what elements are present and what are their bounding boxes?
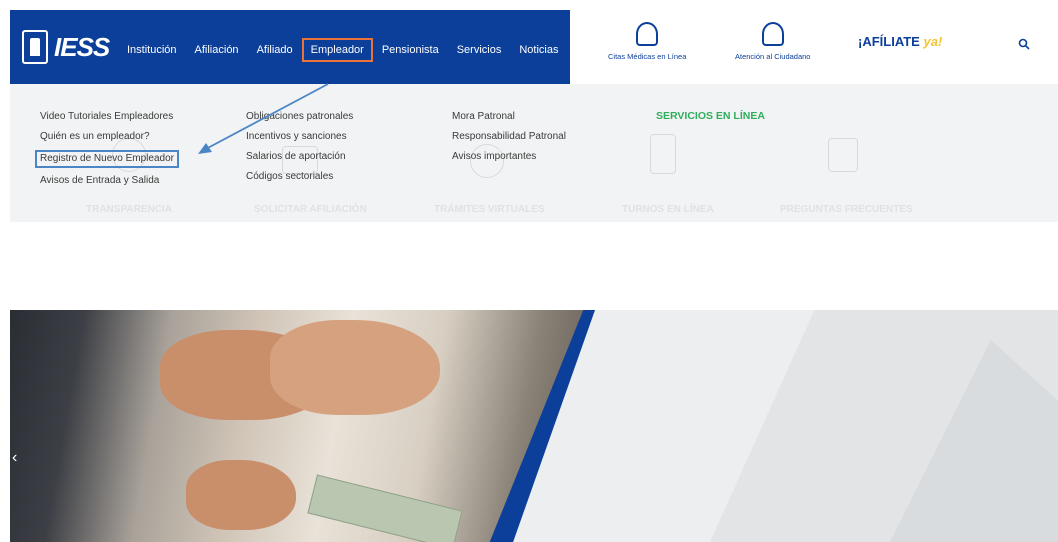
page: IESS Institución Afiliación Afiliado Emp… — [0, 0, 1058, 542]
main-nav: Institución Afiliación Afiliado Empleado… — [118, 38, 567, 62]
hero-carousel — [10, 310, 1058, 542]
shield-emblem-icon — [22, 30, 48, 64]
menu-link-quien-es-empleador[interactable]: Quién es un empleador? — [38, 130, 179, 144]
atencion-ciudadano-link[interactable]: Atención al Ciudadano — [735, 22, 810, 61]
top-bar: IESS Institución Afiliación Afiliado Emp… — [0, 0, 1058, 84]
menu-link-incentivos[interactable]: Incentivos y sanciones — [244, 130, 355, 144]
preguntas-frecuentes-label: PREGUNTAS FRECUENTES — [780, 204, 913, 215]
nav-item-afiliacion[interactable]: Afiliación — [186, 38, 248, 62]
citas-medicas-label: Citas Médicas en Línea — [608, 52, 687, 61]
transparencia-label: TRANSPARENCIA — [86, 204, 172, 215]
afiliate-ya-link[interactable]: ¡AFÍLIATE ya! — [858, 34, 942, 49]
menu-link-salarios[interactable]: Salarios de aportación — [244, 150, 355, 164]
search-icon[interactable] — [1018, 38, 1030, 50]
servicios-en-linea-title: SERVICIOS EN LÍNEA — [656, 110, 765, 122]
nav-item-servicios[interactable]: Servicios — [448, 38, 511, 62]
hand-lower — [186, 460, 296, 530]
menu-link-avisos-entrada-salida[interactable]: Avisos de Entrada y Salida — [38, 174, 179, 188]
menu-link-video-tutoriales[interactable]: Video Tutoriales Empleadores — [38, 110, 179, 124]
preguntas-frecuentes-icon — [828, 138, 858, 172]
user-icon — [761, 22, 784, 46]
nav-item-noticias[interactable]: Noticias — [510, 38, 567, 62]
afiliate-ya-text: ya! — [923, 34, 943, 49]
solicitar-afiliacion-label: SOLICITAR AFILIACIÓN — [254, 204, 367, 215]
tramites-virtuales-label: TRÁMITES VIRTUALES — [434, 204, 545, 215]
empleador-mega-menu: TRANSPARENCIA SOLICITAR AFILIACIÓN TRÁMI… — [10, 84, 1058, 222]
menu-column-2: Obligaciones patronales Incentivos y san… — [244, 110, 355, 184]
menu-link-registro-nuevo-empleador[interactable]: Registro de Nuevo Empleador — [35, 150, 179, 168]
carousel-prev-arrow[interactable]: ‹ — [12, 450, 22, 466]
turnos-en-linea-icon — [650, 134, 676, 174]
nav-item-empleador[interactable]: Empleador — [301, 38, 373, 62]
hand-right — [270, 320, 440, 415]
nav-item-pensionista[interactable]: Pensionista — [373, 38, 448, 62]
menu-column-1: Video Tutoriales Empleadores Quién es un… — [35, 110, 179, 188]
menu-link-responsabilidad[interactable]: Responsabilidad Patronal — [450, 130, 568, 144]
menu-link-mora-patronal[interactable]: Mora Patronal — [450, 110, 568, 124]
iess-logo[interactable]: IESS — [22, 30, 110, 64]
menu-link-codigos[interactable]: Códigos sectoriales — [244, 170, 355, 184]
atencion-ciudadano-label: Atención al Ciudadano — [735, 52, 811, 61]
menu-link-avisos-importantes[interactable]: Avisos importantes — [450, 150, 568, 164]
content-band — [10, 222, 1058, 310]
menu-column-3: Mora Patronal Responsabilidad Patronal A… — [450, 110, 568, 164]
afiliate-text: ¡AFÍLIATE — [858, 34, 920, 49]
nav-item-institucion[interactable]: Institución — [118, 38, 186, 62]
turnos-en-linea-label: TURNOS EN LÍNEA — [622, 204, 714, 215]
menu-link-obligaciones[interactable]: Obligaciones patronales — [244, 110, 355, 124]
nav-item-afiliado[interactable]: Afiliado — [248, 38, 302, 62]
money-bills — [307, 474, 463, 542]
citas-medicas-link[interactable]: Citas Médicas en Línea — [608, 22, 686, 61]
doctor-icon — [636, 22, 659, 46]
logo-text: IESS — [54, 31, 110, 62]
